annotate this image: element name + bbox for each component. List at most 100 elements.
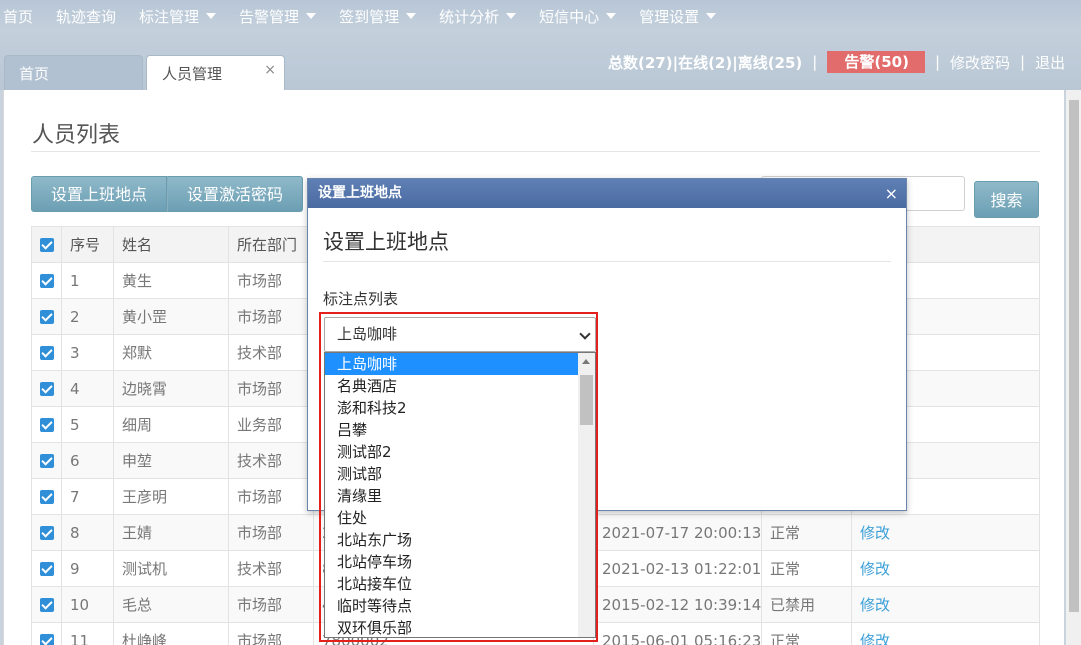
dialog-header-title: 设置上班地点 [318,185,402,201]
row-select-cell[interactable] [31,586,62,623]
nav-item-label: 短信中心 [539,7,600,26]
caret-down-icon [306,13,317,19]
caret-down-icon [506,13,517,19]
row-select-cell[interactable] [31,370,62,407]
checkbox-checked-icon[interactable] [40,238,54,252]
row-select-cell[interactable] [31,442,62,479]
cell-dept: 市场部 [228,298,314,335]
checkbox-checked-icon[interactable] [40,526,54,540]
device-summary: 总数(27)|在线(2)|离线(25) [608,53,803,72]
cell-dept: 市场部 [228,478,314,515]
cell-no: 11 [61,622,114,645]
tab-home-label: 首页 [19,65,50,83]
highlight-box [319,312,598,642]
divider [323,261,891,262]
cell-dept: 技术部 [228,334,314,371]
top-nav: 首页 轨迹查询 标注管理 告警管理 签到管理 统计分析 短信中心 管理设置 [0,0,1081,32]
cell-name: 细周 [113,406,229,443]
checkbox-checked-icon[interactable] [40,562,54,576]
row-select-cell[interactable] [31,298,62,335]
col-header-dept: 所在部门 [228,226,314,263]
cell-no: 3 [61,334,114,371]
cell-time: 2021-07-17 20:00:13 [593,514,762,551]
dialog-title: 设置上班地点 [323,230,449,254]
cell-name: 王婧 [113,514,229,551]
change-password-link[interactable]: 修改密码 [950,52,1010,73]
row-select-cell[interactable] [31,550,62,587]
cell-no: 1 [61,262,114,299]
cell-name: 黄小罡 [113,298,229,335]
cell-status: 正常 [761,622,852,645]
nav-item-label: 告警管理 [239,7,300,26]
close-icon[interactable]: × [885,179,898,208]
nav-item[interactable]: 首页 [0,0,44,32]
cell-status: 已禁用 [761,586,852,623]
caret-down-icon [706,13,717,19]
checkbox-checked-icon[interactable] [40,634,54,645]
status-bar: 总数(27)|在线(2)|离线(25) | 告警(50) | 修改密码 | 退出 [608,51,1065,73]
cell-dept: 业务部 [228,406,314,443]
toolbar: 设置上班地点 设置激活密码 [31,176,303,212]
nav-item[interactable]: 标注管理 [127,0,227,32]
logout-link[interactable]: 退出 [1035,52,1065,73]
cell-name: 申堃 [113,442,229,479]
cell-op[interactable]: 修改 [851,550,1040,587]
nav-item-label: 轨迹查询 [56,7,117,26]
checkbox-checked-icon[interactable] [40,454,54,468]
nav-item[interactable]: 管理设置 [627,0,727,32]
checkbox-checked-icon[interactable] [40,418,54,432]
checkbox-checked-icon[interactable] [40,274,54,288]
row-select-cell[interactable] [31,334,62,371]
cell-op[interactable]: 修改 [851,514,1040,551]
checkbox-checked-icon[interactable] [40,382,54,396]
checkbox-checked-icon[interactable] [40,598,54,612]
nav-item-label: 签到管理 [339,7,400,26]
alarm-badge[interactable]: 告警(50) [827,51,925,73]
set-password-button[interactable]: 设置激活密码 [167,176,303,212]
close-icon[interactable]: × [264,62,276,78]
caret-down-icon [206,13,217,19]
nav-item[interactable]: 轨迹查询 [44,0,127,32]
row-select-cell[interactable] [31,514,62,551]
search-button[interactable]: 搜索 [974,181,1039,218]
cell-op[interactable]: 修改 [851,622,1040,645]
select-all-cell[interactable] [31,226,62,263]
cell-op[interactable]: 修改 [851,586,1040,623]
cell-time: 2015-06-01 05:16:23 [593,622,762,645]
nav-item-label: 首页 [3,7,34,26]
col-header-name: 姓名 [113,226,229,263]
cell-no: 6 [61,442,114,479]
cell-no: 10 [61,586,114,623]
cell-dept: 技术部 [228,550,314,587]
scrollbar-thumb[interactable] [1069,100,1079,612]
row-select-cell[interactable] [31,622,62,645]
col-header-no: 序号 [61,226,114,263]
tab-personnel-label: 人员管理 [162,65,223,83]
dialog-header: 设置上班地点 × [308,179,906,208]
cell-name: 郑默 [113,334,229,371]
nav-item[interactable]: 统计分析 [427,0,527,32]
page-title: 人员列表 [32,123,121,148]
nav-item-label: 统计分析 [439,7,500,26]
checkbox-checked-icon[interactable] [40,490,54,504]
page-scrollbar[interactable] [1066,90,1081,645]
cell-no: 2 [61,298,114,335]
cell-name: 边晓霄 [113,370,229,407]
row-select-cell[interactable] [31,478,62,515]
cell-dept: 市场部 [228,622,314,645]
checkbox-checked-icon[interactable] [40,346,54,360]
row-select-cell[interactable] [31,406,62,443]
nav-item[interactable]: 告警管理 [227,0,327,32]
cell-time: 2015-02-12 10:39:14 [593,586,762,623]
cell-time: 2021-02-13 01:22:01 [593,550,762,587]
divider: | [1020,53,1026,71]
nav-item[interactable]: 短信中心 [527,0,627,32]
row-select-cell[interactable] [31,262,62,299]
nav-item[interactable]: 签到管理 [327,0,427,32]
set-location-button[interactable]: 设置上班地点 [31,176,167,212]
tab-personnel[interactable]: 人员管理 × [146,55,285,91]
nav-item-label: 标注管理 [139,7,200,26]
tab-home[interactable]: 首页 [4,55,143,91]
checkbox-checked-icon[interactable] [40,310,54,324]
cell-name: 王彦明 [113,478,229,515]
